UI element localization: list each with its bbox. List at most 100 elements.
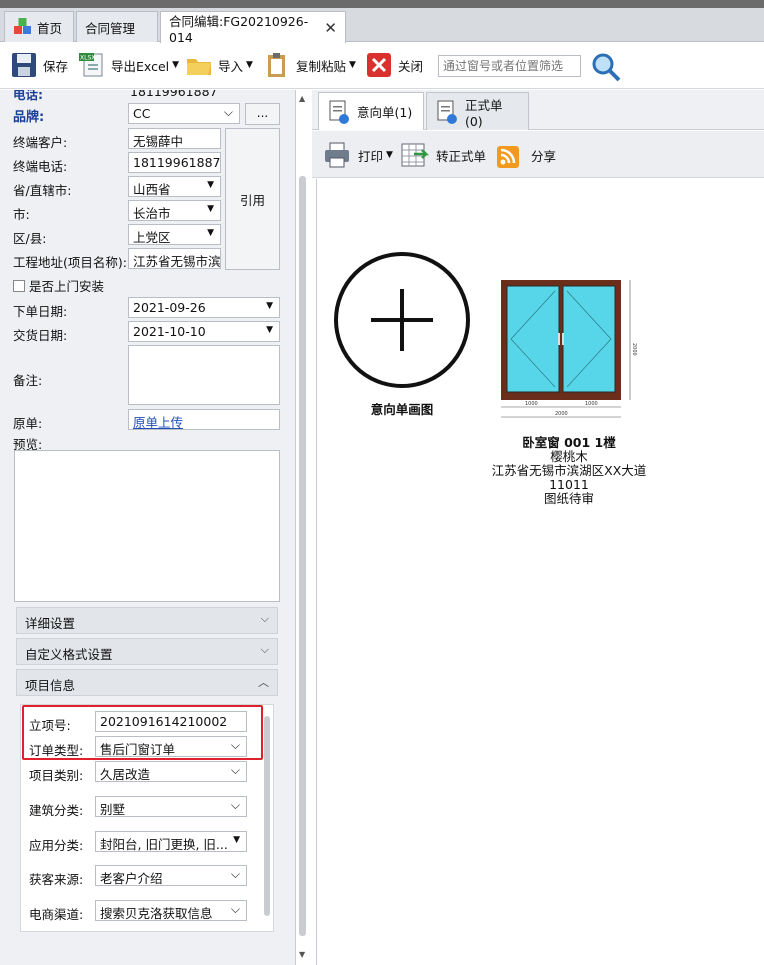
project-scroll-thumb[interactable] (264, 716, 270, 916)
export-excel-label: 导出Excel (111, 58, 170, 74)
order-preview-panel: 意向单(1) 正式单(0) 打印 ▼ 转正式单 分享 意向单画图 1000 10… (312, 90, 764, 965)
dropdown-arrow-icon: ▼ (207, 204, 214, 214)
copy-paste-caret-icon[interactable]: ▼ (349, 60, 356, 70)
form-scroll-thumb[interactable] (299, 176, 306, 936)
share-label: 分享 (531, 148, 557, 164)
copy-paste-button[interactable]: 复制粘贴 ▼ (263, 49, 356, 81)
city-select[interactable]: 长治市 ▼ (128, 200, 221, 221)
project-panel-scrollbar[interactable] (262, 704, 272, 932)
import-dropdown-caret-icon[interactable]: ▼ (246, 60, 253, 70)
print-button[interactable]: 打印 ▼ (322, 139, 393, 171)
chevron-down-icon: ⌵ (230, 902, 240, 916)
form-scrollbar[interactable]: ▲ ▼ (298, 90, 308, 965)
customer-input[interactable]: 无锡薛中 (128, 128, 221, 149)
district-value: 上党区 (133, 230, 171, 245)
install-checkbox[interactable] (13, 279, 25, 292)
to-formal-button[interactable]: 转正式单 (400, 139, 486, 171)
section-project-info[interactable]: 项目信息 ︿ (16, 669, 278, 696)
search-icon[interactable] (590, 51, 622, 83)
address-input[interactable]: 江苏省无锡市滨 (128, 248, 221, 269)
building-select[interactable]: 别墅 ⌵ (95, 796, 247, 817)
brand-select[interactable]: CC ⌵ (128, 103, 240, 124)
section-custom-format[interactable]: 自定义格式设置 ⌵ (16, 638, 278, 665)
chevron-down-icon: ⌵ (230, 763, 240, 777)
district-select[interactable]: 上党区 ▼ (128, 224, 221, 245)
chevron-down-icon: ⌵ (223, 105, 233, 119)
building-value: 别墅 (100, 802, 126, 817)
tab-bar: 首页 合同管理 合同编辑:FG20210926-014 ✕ (0, 8, 764, 45)
add-drawing-caption: 意向单画图 (370, 402, 434, 417)
application-select[interactable]: 封阳台, 旧门更换, 旧... ▼ (95, 831, 247, 852)
reference-button[interactable]: 引用 (225, 128, 280, 270)
source-label: 获客来源: (29, 872, 84, 887)
tab-contract-management-label: 合同管理 (85, 20, 136, 36)
notes-textarea[interactable] (128, 345, 280, 405)
tab-intent-orders[interactable]: 意向单(1) (318, 92, 424, 130)
delivery-date-picker[interactable]: 2021-10-10 ▼ (128, 321, 280, 342)
delivery-date-value: 2021-10-10 (133, 324, 206, 339)
city-value: 长治市 (133, 206, 171, 221)
delivery-date-label: 交货日期: (13, 328, 68, 343)
scroll-up-arrow-icon[interactable]: ▲ (299, 94, 305, 103)
province-label: 省/直辖市: (13, 183, 72, 198)
dropdown-arrow-icon: ▼ (266, 325, 273, 335)
original-upload-link[interactable]: 原单上传 (128, 409, 280, 430)
notes-label: 备注: (13, 373, 43, 388)
section-project-info-label: 项目信息 (25, 678, 76, 693)
window-drawing-thumbnail[interactable]: 1000 1000 2000 2000 (497, 277, 647, 437)
tab-contract-management[interactable]: 合同管理 (76, 11, 158, 42)
share-button[interactable]: 分享 (495, 139, 556, 171)
save-button[interactable]: 保存 (10, 49, 68, 81)
import-button[interactable]: 导入 ▼ (185, 49, 253, 81)
tab-home[interactable]: 首页 (4, 11, 74, 42)
red-x-icon (367, 53, 391, 77)
chevron-down-icon: ⌵ (230, 798, 240, 812)
window-material: 樱桃木 (550, 449, 588, 464)
close-label: 关闭 (398, 58, 424, 74)
section-custom-format-label: 自定义格式设置 (25, 647, 113, 662)
phone-label: 电话: (13, 90, 43, 102)
province-select[interactable]: 山西省 ▼ (128, 176, 221, 197)
dim-total-width: 2000 (555, 411, 568, 417)
window-title: 卧室窗 001 1樘 (522, 435, 616, 450)
brand-value: CC (133, 106, 151, 121)
brand-label: 品牌: (13, 110, 45, 125)
order-date-picker[interactable]: 2021-09-26 ▼ (128, 297, 280, 318)
clipboard-icon (268, 53, 285, 77)
print-caret-icon[interactable]: ▼ (386, 150, 393, 160)
source-select[interactable]: 老客户介绍 ⌵ (95, 865, 247, 886)
close-button[interactable]: 关闭 (365, 49, 423, 81)
dropdown-arrow-icon: ▼ (266, 301, 273, 311)
to-formal-label: 转正式单 (436, 148, 487, 164)
project-category-select[interactable]: 久居改造 ⌵ (95, 761, 247, 782)
brand-more-button[interactable]: ... (245, 103, 280, 125)
rss-share-icon (497, 146, 519, 168)
application-label: 应用分类: (29, 838, 84, 853)
export-dropdown-caret-icon[interactable]: ▼ (172, 60, 179, 70)
search-input[interactable] (438, 55, 581, 77)
customer-phone-input[interactable]: 18119961887 (128, 152, 221, 173)
svg-text:XLSX: XLSX (80, 55, 95, 62)
tab-formal-orders[interactable]: 正式单(0) (426, 92, 529, 130)
application-value: 封阳台, 旧门更换, 旧... (100, 837, 228, 852)
chevron-down-icon: ⌵ (260, 643, 269, 656)
document-blue-icon (329, 100, 349, 124)
install-checkbox-row[interactable]: 是否上门安装 (13, 276, 104, 295)
home-cubes-icon (14, 18, 31, 34)
dropdown-arrow-icon: ▼ (233, 835, 240, 845)
chevron-down-icon: ⌵ (230, 867, 240, 881)
add-drawing-icon[interactable] (333, 251, 471, 389)
highlight-box (22, 705, 263, 760)
excel-export-icon: XLSX (79, 53, 103, 77)
district-label: 区/县: (13, 231, 47, 246)
original-label: 原单: (13, 416, 43, 431)
dim-right-width: 1000 (585, 401, 598, 407)
tab-contract-edit[interactable]: 合同编辑:FG20210926-014 ✕ (160, 11, 346, 45)
tab-intent-label: 意向单(1) (357, 105, 413, 120)
export-excel-button[interactable]: XLSX 导出Excel ▼ (78, 49, 179, 81)
scroll-down-arrow-icon[interactable]: ▼ (299, 950, 305, 959)
section-detail-settings[interactable]: 详细设置 ⌵ (16, 607, 278, 634)
channel-select[interactable]: 搜索贝克洛获取信息 ⌵ (95, 900, 247, 921)
close-tab-icon[interactable]: ✕ (324, 19, 337, 37)
order-date-label: 下单日期: (13, 304, 68, 319)
